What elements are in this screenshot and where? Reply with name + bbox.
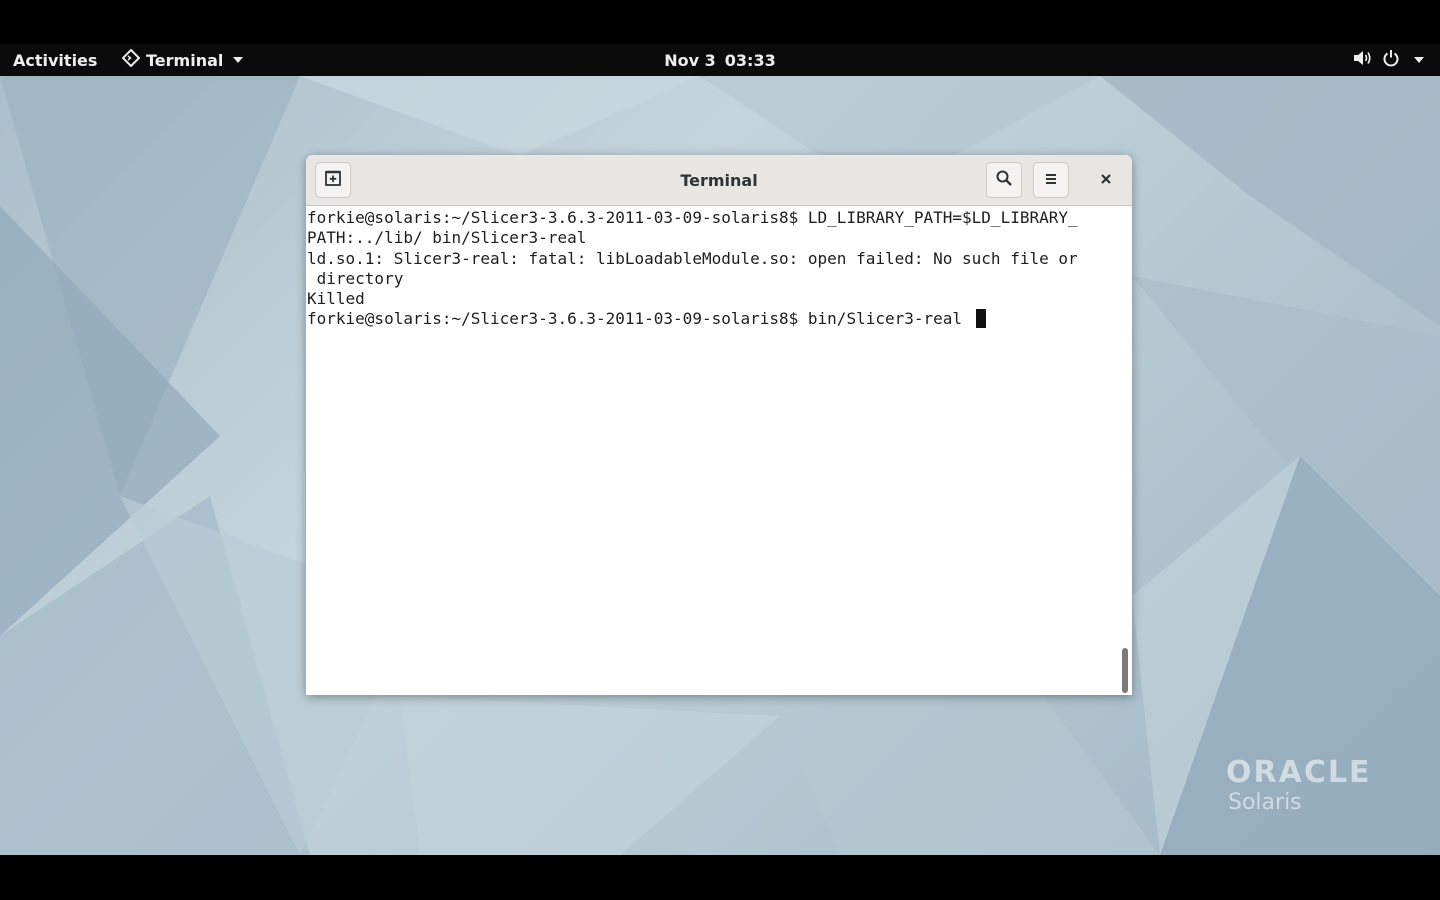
solaris-wordmark: Solaris: [1228, 790, 1302, 815]
scrollbar-thumb[interactable]: [1122, 648, 1128, 693]
new-tab-icon: [324, 169, 342, 191]
terminal-line: ld.so.1: Slicer3-real: fatal: libLoadabl…: [307, 248, 1078, 268]
hamburger-menu-icon: [1043, 171, 1059, 190]
oracle-wordmark: ORACLE: [1226, 755, 1372, 790]
top-bar: Activities Terminal Nov 3 03:33: [0, 44, 1440, 76]
chevron-down-icon: [1414, 57, 1424, 63]
clock-time: 03:33: [724, 50, 776, 70]
prompt-line: forkie@solaris:~/Slicer3-3.6.3-2011-03-0…: [307, 309, 1118, 329]
system-menu-button[interactable]: [1352, 44, 1424, 76]
letterbox-top: [0, 0, 1440, 44]
window-title: Terminal: [680, 170, 758, 190]
clock[interactable]: Nov 3 03:33: [0, 44, 1440, 76]
scrollbar[interactable]: [1118, 206, 1132, 695]
clock-date: Nov 3: [664, 50, 716, 70]
prompt-text: forkie@solaris:~/Slicer3-3.6.3-2011-03-0…: [307, 309, 972, 329]
terminal-line: forkie@solaris:~/Slicer3-3.6.3-2011-03-0…: [307, 208, 1078, 227]
letterbox-bottom: [0, 855, 1440, 900]
search-icon: [995, 169, 1013, 191]
text-cursor: [975, 309, 986, 329]
oracle-solaris-logo: ORACLE Solaris: [1226, 756, 1371, 816]
power-icon: [1382, 49, 1400, 71]
close-button[interactable]: [1088, 162, 1124, 198]
search-button[interactable]: [986, 162, 1022, 198]
terminal-window[interactable]: Terminal forkie@solaris:~/Slicer3-3.6.3-…: [306, 155, 1132, 695]
terminal-output[interactable]: forkie@solaris:~/Slicer3-3.6.3-2011-03-0…: [306, 206, 1118, 695]
terminal-line: Killed: [307, 289, 365, 309]
terminal-line: PATH:../lib/ bin/Slicer3-real: [307, 228, 587, 248]
close-icon: [1099, 171, 1113, 190]
volume-icon: [1352, 49, 1372, 71]
main-menu-button[interactable]: [1033, 162, 1069, 198]
terminal-line: directory: [307, 268, 404, 288]
new-tab-button[interactable]: [315, 162, 351, 198]
